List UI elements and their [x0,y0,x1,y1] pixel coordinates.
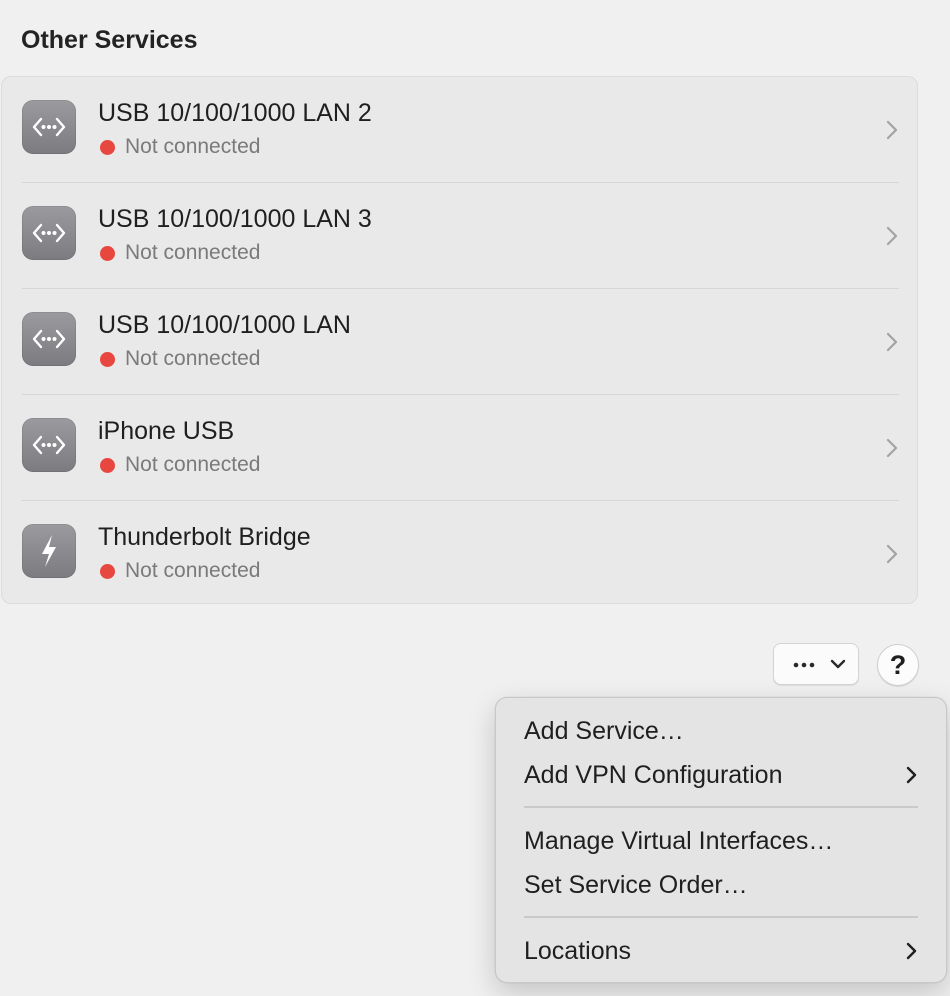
menu-item-locations[interactable]: Locations [524,931,922,971]
section-title: Other Services [21,26,198,54]
status-dot-red-icon [100,563,115,579]
thunderbolt-icon [22,524,76,578]
actions-menu: Add Service… Add VPN Configuration Manag… [495,697,947,983]
service-row-usb-lan-3[interactable]: USB 10/100/1000 LAN 3 Not connected [2,183,917,289]
service-row-usb-lan-2[interactable]: USB 10/100/1000 LAN 2 Not connected [2,77,917,183]
menu-item-label: Set Service Order… [524,871,748,899]
status-text: Not connected [125,347,261,370]
ethernet-dots-icon [22,206,76,260]
help-button[interactable]: ? [877,644,919,686]
status-text: Not connected [125,453,261,476]
ethernet-dots-icon [22,418,76,472]
status-dot-red-icon [100,457,115,473]
menu-item-label: Manage Virtual Interfaces… [524,827,834,855]
service-name: USB 10/100/1000 LAN 3 [98,205,372,233]
service-status: Not connected [98,135,260,159]
service-status: Not connected [98,347,260,371]
service-name: Thunderbolt Bridge [98,523,311,551]
service-status: Not connected [98,241,260,265]
menu-item-label: Locations [524,937,632,965]
menu-item-add-vpn-configuration[interactable]: Add VPN Configuration [524,755,922,795]
ethernet-dots-icon [22,312,76,366]
menu-item-add-service[interactable]: Add Service… [524,711,922,751]
status-dot-red-icon [100,351,115,367]
menu-item-label: Add VPN Configuration [524,761,783,789]
chevron-right-icon [906,766,917,784]
chevron-right-icon [886,544,898,564]
service-row-usb-lan[interactable]: USB 10/100/1000 LAN Not connected [2,289,917,395]
service-row-thunderbolt-bridge[interactable]: Thunderbolt Bridge Not connected [2,501,917,607]
menu-separator [524,916,918,918]
chevron-right-icon [906,942,917,960]
more-actions-button[interactable] [773,643,859,685]
menu-item-label: Add Service… [524,717,684,745]
service-status: Not connected [98,453,260,477]
ethernet-dots-icon [22,100,76,154]
status-text: Not connected [125,559,261,582]
chevron-right-icon [886,438,898,458]
menu-item-manage-virtual-interfaces[interactable]: Manage Virtual Interfaces… [524,821,922,861]
status-text: Not connected [125,135,261,158]
chevron-right-icon [886,226,898,246]
menu-item-set-service-order[interactable]: Set Service Order… [524,865,922,905]
ellipsis-icon [793,659,846,669]
services-list: USB 10/100/1000 LAN 2 Not connected USB … [1,76,918,604]
status-text: Not connected [125,241,261,264]
service-row-iphone-usb[interactable]: iPhone USB Not connected [2,395,917,501]
status-dot-red-icon [100,245,115,261]
service-name: USB 10/100/1000 LAN 2 [98,99,372,127]
menu-separator [524,806,918,808]
status-dot-red-icon [100,139,115,155]
service-name: iPhone USB [98,417,235,445]
chevron-right-icon [886,332,898,352]
service-status: Not connected [98,559,260,583]
chevron-right-icon [886,120,898,140]
service-name: USB 10/100/1000 LAN [98,311,351,339]
